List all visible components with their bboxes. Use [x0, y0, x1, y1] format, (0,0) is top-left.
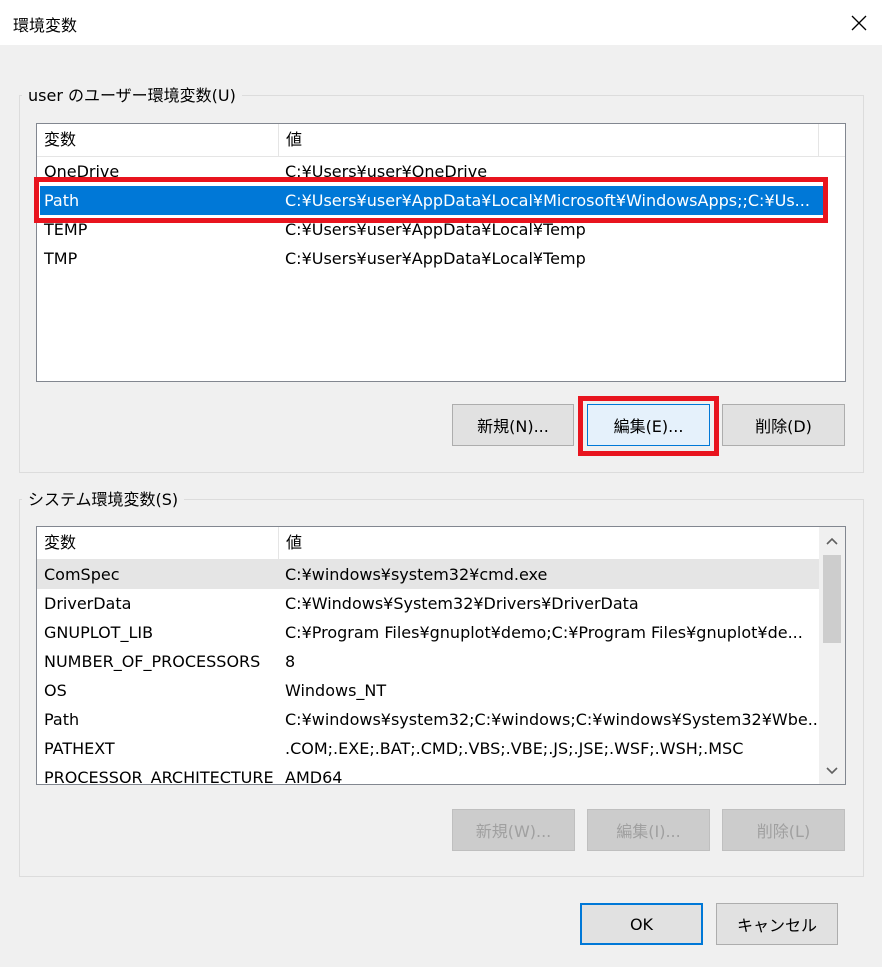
user-delete-button[interactable]: 削除(D): [722, 404, 845, 446]
close-button[interactable]: [836, 0, 882, 45]
column-header-value[interactable]: 値: [279, 124, 819, 156]
variable-value: C:¥windows¥system32¥cmd.exe: [285, 565, 548, 584]
user-edit-button[interactable]: 編集(E)...: [587, 404, 710, 446]
variable-name: PROCESSOR_ARCHITECTURE: [44, 768, 274, 785]
list-item[interactable]: TMP C:¥Users¥user¥AppData¥Local¥Temp: [37, 244, 845, 273]
list-item[interactable]: GNUPLOT_LIB C:¥Program Files¥gnuplot¥dem…: [37, 618, 819, 647]
column-header-variable[interactable]: 変数: [37, 124, 279, 156]
user-new-button[interactable]: 新規(N)...: [452, 404, 574, 446]
vertical-scrollbar[interactable]: [819, 527, 845, 784]
variable-name: DriverData: [44, 594, 132, 613]
variable-value: Windows_NT: [285, 681, 387, 700]
variable-name: ComSpec: [44, 565, 120, 584]
user-variables-label: user のユーザー環境変数(U): [22, 86, 242, 106]
variable-name: TEMP: [44, 220, 88, 239]
close-icon: [851, 15, 867, 30]
list-item[interactable]: OneDrive C:¥Users¥user¥OneDrive: [37, 157, 845, 186]
variable-name: PATHEXT: [44, 739, 115, 758]
chevron-up-icon: [826, 537, 838, 545]
list-item[interactable]: NUMBER_OF_PROCESSORS 8: [37, 647, 819, 676]
title-bar: 環境変数: [0, 0, 882, 45]
system-new-button[interactable]: 新規(W)...: [452, 809, 575, 851]
list-item[interactable]: Path C:¥windows¥system32;C:¥windows;C:¥w…: [37, 705, 823, 734]
system-variables-label: システム環境変数(S): [22, 490, 185, 510]
scroll-thumb[interactable]: [823, 555, 841, 643]
variable-value: 8: [285, 652, 296, 671]
ok-button[interactable]: OK: [580, 903, 703, 945]
list-item[interactable]: DriverData C:¥Windows¥System32¥Drivers¥D…: [37, 589, 819, 618]
variable-value: C:¥Users¥user¥AppData¥Local¥Microsoft¥Wi…: [285, 191, 810, 210]
user-variables-list[interactable]: 変数 値 OneDrive C:¥Users¥user¥OneDrive Pat…: [36, 123, 846, 382]
list-item[interactable]: ComSpec C:¥windows¥system32¥cmd.exe: [37, 560, 819, 589]
list-item[interactable]: OS Windows_NT: [37, 676, 819, 705]
system-delete-button[interactable]: 削除(L): [722, 809, 845, 851]
list-item[interactable]: PATHEXT .COM;.EXE;.BAT;.CMD;.VBS;.VBE;.J…: [37, 734, 819, 763]
variable-name: TMP: [44, 249, 78, 268]
list-item[interactable]: TEMP C:¥Users¥user¥AppData¥Local¥Temp: [37, 215, 845, 244]
variable-name: OneDrive: [44, 162, 120, 181]
cancel-button[interactable]: キャンセル: [716, 903, 838, 945]
variable-name: GNUPLOT_LIB: [44, 623, 154, 642]
scroll-down-button[interactable]: [819, 757, 845, 784]
column-header-value[interactable]: 値: [279, 527, 819, 559]
system-variables-list[interactable]: 変数 値 ComSpec C:¥windows¥system32¥cmd.exe…: [36, 526, 846, 785]
variable-value: C:¥Windows¥System32¥Drivers¥DriverData: [285, 594, 639, 613]
variable-name: OS: [44, 681, 67, 700]
variable-value: C:¥Users¥user¥OneDrive: [285, 162, 488, 181]
list-item[interactable]: PROCESSOR_ARCHITECTURE AMD64: [37, 763, 819, 785]
variable-value: C:¥Program Files¥gnuplot¥demo;C:¥Program…: [285, 623, 803, 642]
system-edit-button[interactable]: 編集(I)...: [587, 809, 710, 851]
variable-value: .COM;.EXE;.BAT;.CMD;.VBS;.VBE;.JS;.JSE;.…: [285, 739, 744, 758]
variable-value: C:¥Users¥user¥AppData¥Local¥Temp: [285, 220, 586, 239]
variable-name: NUMBER_OF_PROCESSORS: [44, 652, 261, 671]
variable-name: Path: [44, 191, 80, 210]
variable-value: AMD64: [285, 768, 343, 785]
column-header-variable[interactable]: 変数: [37, 527, 279, 559]
variable-value: C:¥windows¥system32;C:¥windows;C:¥window…: [285, 710, 823, 729]
scroll-up-button[interactable]: [819, 527, 845, 554]
variable-name: Path: [44, 710, 80, 729]
list-header: 変数 値: [37, 527, 819, 560]
list-item-selected[interactable]: Path C:¥Users¥user¥AppData¥Local¥Microso…: [40, 186, 823, 215]
window-title: 環境変数: [13, 16, 78, 35]
variable-value: C:¥Users¥user¥AppData¥Local¥Temp: [285, 249, 586, 268]
list-header: 変数 値: [37, 124, 845, 157]
chevron-down-icon: [826, 766, 838, 774]
